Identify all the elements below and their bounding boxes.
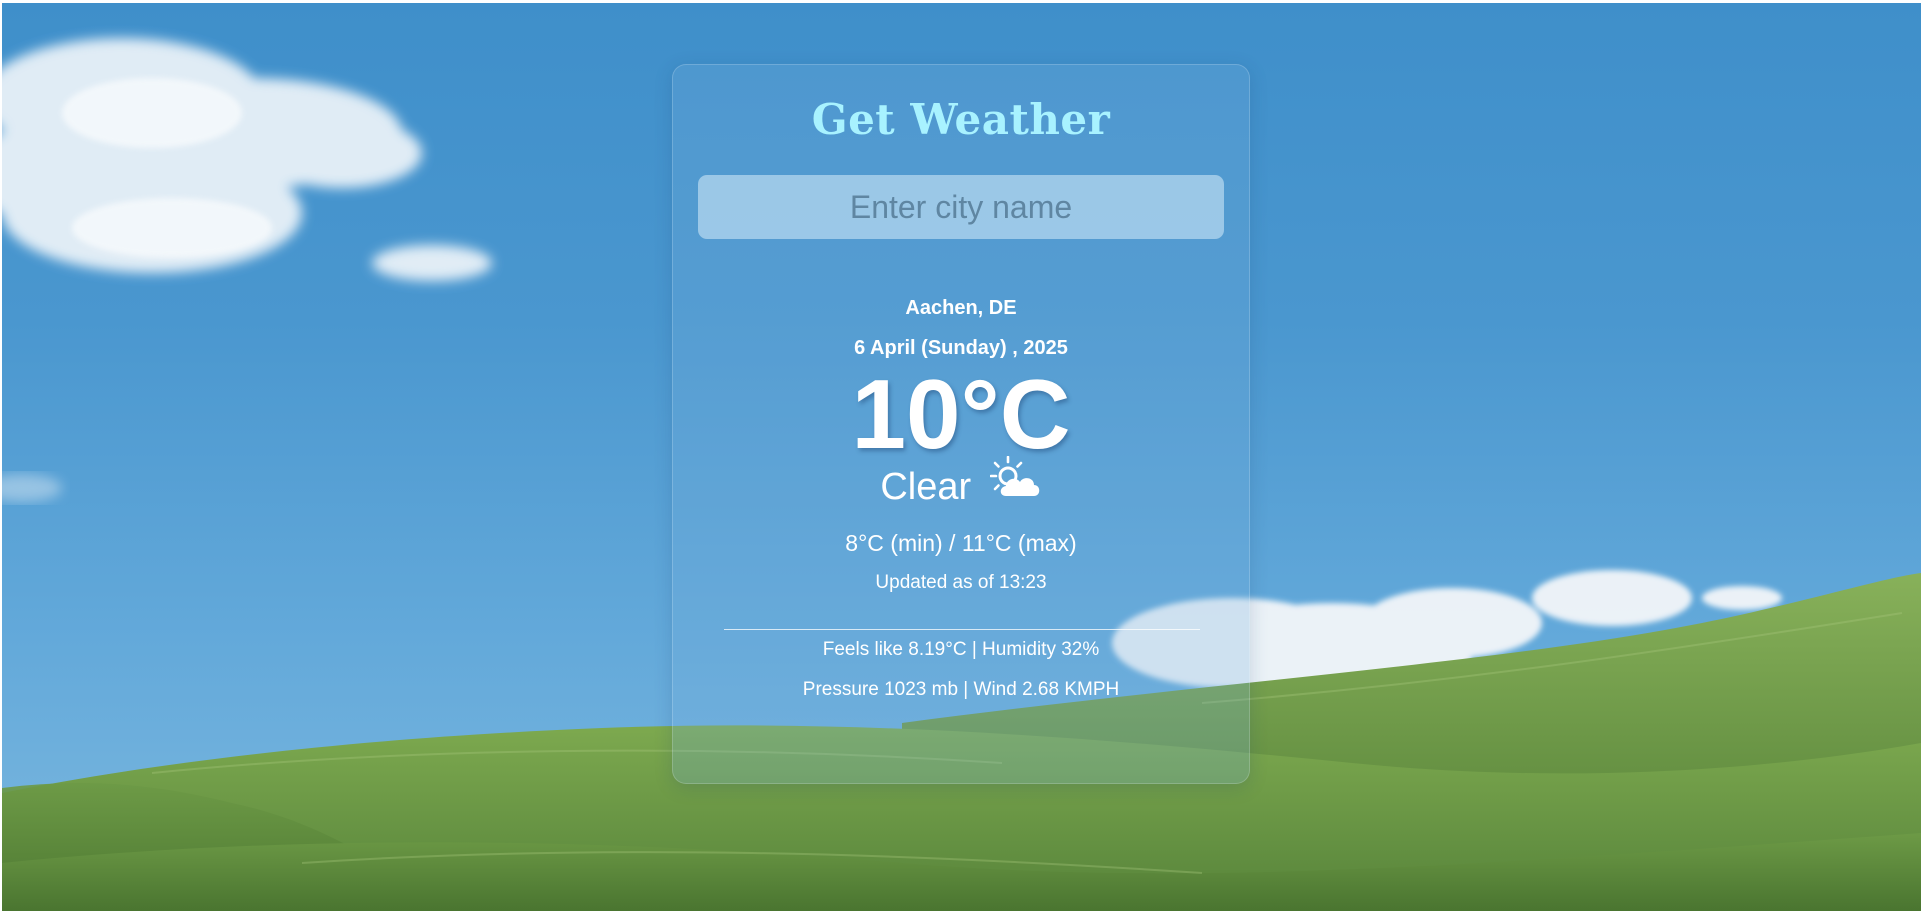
location-label: Aachen, DE: [905, 297, 1017, 319]
feels-like-humidity: Feels like 8.19°C | Humidity 32%: [822, 639, 1100, 660]
divider: [724, 629, 1200, 630]
condition-label: Clear: [880, 466, 972, 508]
sun-behind-cloud-icon: [989, 455, 1042, 512]
date-label: 6 April (Sunday) , 2025: [854, 337, 1068, 359]
weather-card: Get Weather Aachen, DE 6 April (Sunday) …: [672, 64, 1250, 784]
pressure-wind: Pressure 1023 mb | Wind 2.68 KMPH: [802, 679, 1120, 700]
temperature-value: 10°C: [851, 359, 1071, 469]
city-search-input[interactable]: [698, 175, 1224, 239]
min-max-temperature: 8°C (min) / 11°C (max): [845, 530, 1077, 556]
updated-time: Updated as of 13:23: [875, 572, 1047, 593]
condition-row: Clear: [673, 455, 1249, 512]
app-title: Get Weather: [811, 95, 1111, 144]
